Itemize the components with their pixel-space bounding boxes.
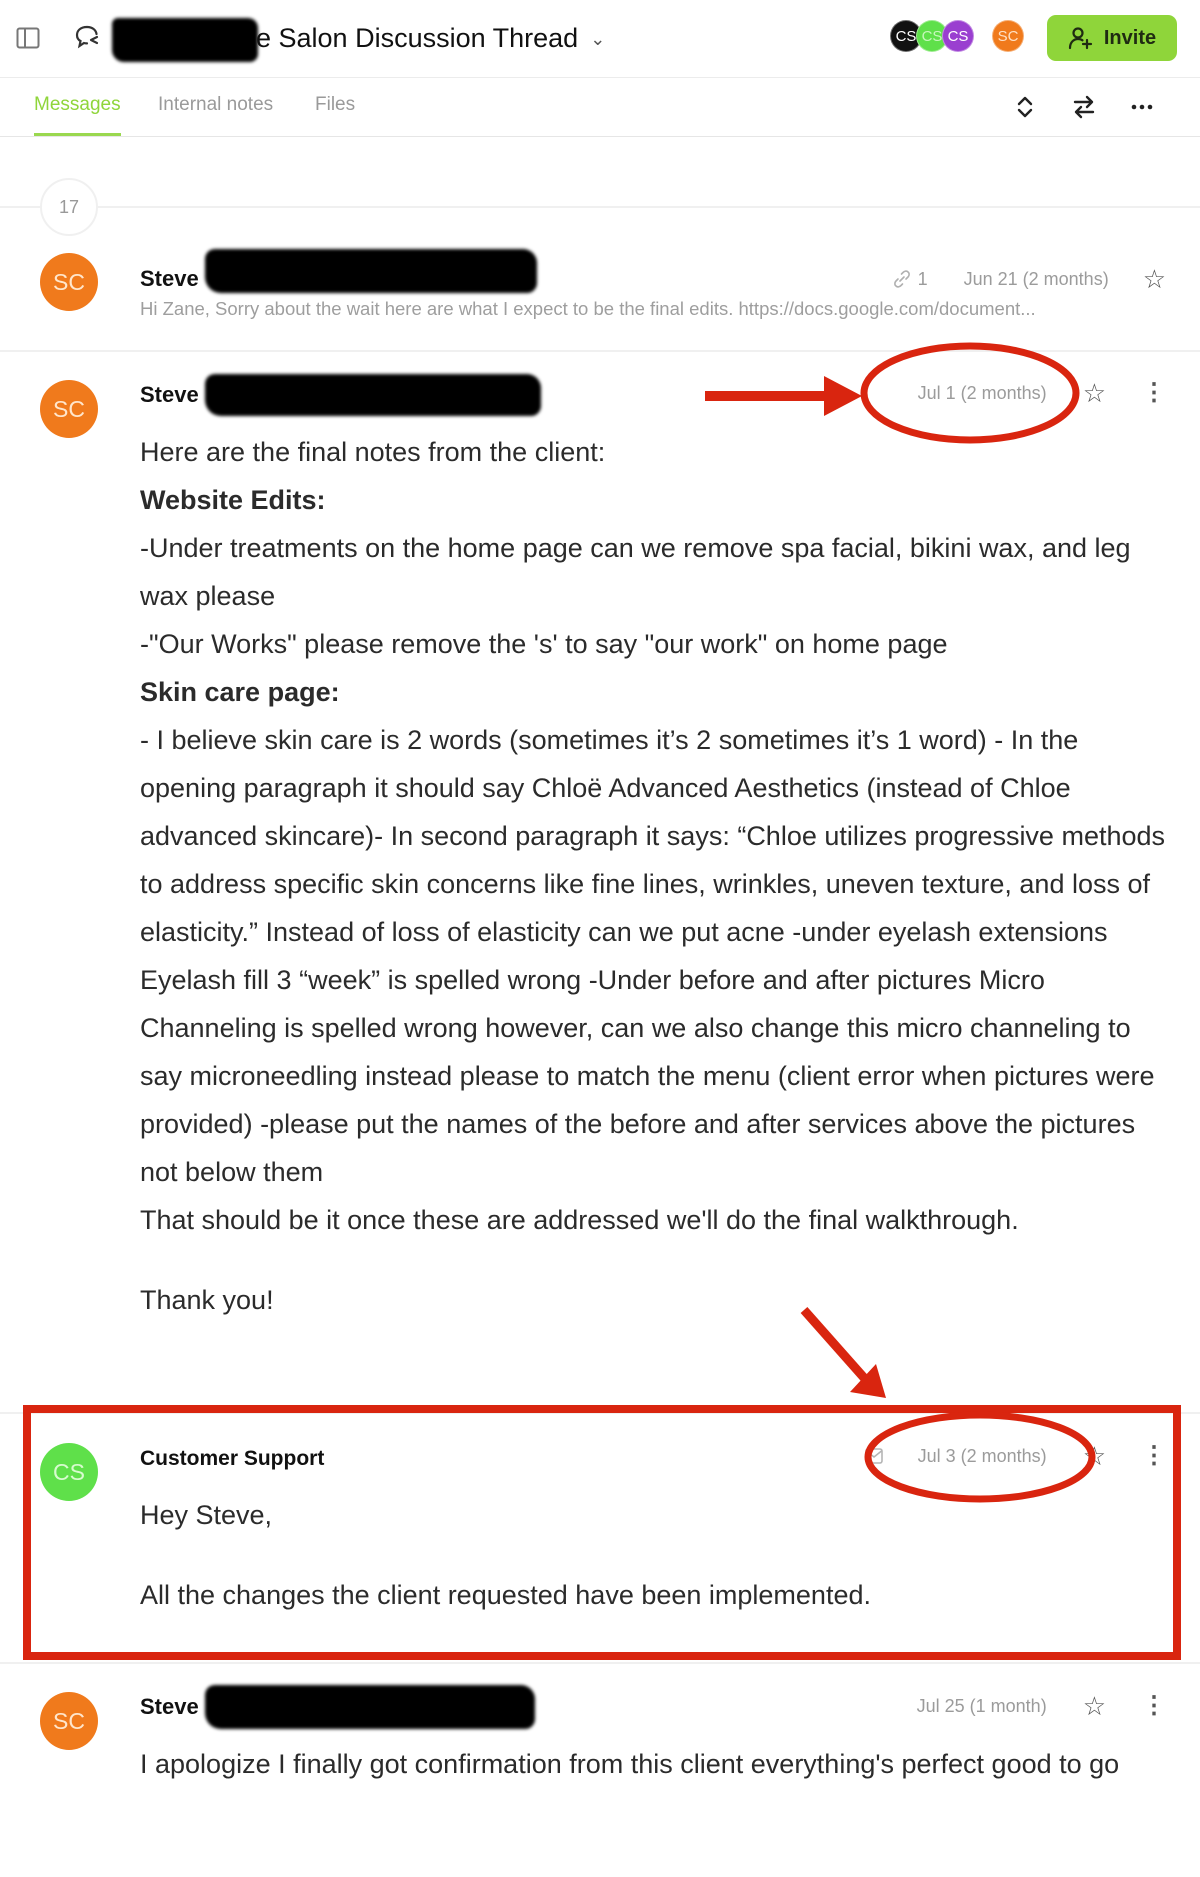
swap-arrows-icon bbox=[1073, 95, 1095, 119]
tab-messages[interactable]: Messages bbox=[34, 94, 121, 136]
message-date: Jul 3 (2 months) bbox=[917, 1445, 1047, 1466]
body-spacer bbox=[140, 1539, 1170, 1571]
attachment-count: 1 bbox=[917, 268, 928, 289]
more-vertical-icon[interactable]: ⋮ bbox=[1142, 1444, 1166, 1468]
message-meta: Jul 1 (2 months) ☆ ⋮ bbox=[918, 380, 1166, 406]
participant-avatar[interactable]: CS bbox=[942, 20, 974, 52]
thread-header: e Salon Discussion Thread ⌄ CS CS CS SC … bbox=[0, 0, 1200, 78]
chevron-down-icon: ⌄ bbox=[590, 28, 606, 49]
thread-title: e Salon Discussion Thread bbox=[256, 22, 579, 53]
sender-avatar: SC bbox=[40, 253, 98, 311]
sender-avatar: SC bbox=[40, 380, 98, 438]
message-date: Jun 21 (2 months) bbox=[963, 268, 1109, 289]
conversation-icon bbox=[72, 22, 102, 52]
message-body: Here are the final notes from the client… bbox=[140, 428, 1170, 1324]
sender-name: Steve bbox=[140, 1694, 199, 1719]
more-vertical-icon[interactable]: ⋮ bbox=[1142, 1694, 1166, 1718]
sender-name: Steve bbox=[140, 382, 199, 407]
message-divider bbox=[0, 1412, 1200, 1414]
message-meta: Jul 25 (1 month) ☆ ⋮ bbox=[917, 1693, 1166, 1719]
message-body: I apologize I finally got confirmation f… bbox=[140, 1740, 1170, 1788]
expand-collapse-icon bbox=[1017, 96, 1033, 118]
expand-collapse-button[interactable] bbox=[1010, 92, 1040, 122]
redacted-sender-detail bbox=[204, 249, 537, 293]
message-meta: 1 Jun 21 (2 months) ☆ bbox=[892, 266, 1166, 292]
message-date: Jul 25 (1 month) bbox=[916, 1695, 1047, 1716]
redacted-sender-detail bbox=[204, 374, 541, 416]
body-spacer bbox=[140, 1244, 1170, 1276]
body-line: Hey Steve, bbox=[140, 1500, 273, 1530]
star-icon[interactable]: ☆ bbox=[1083, 380, 1106, 406]
annotation-arrow-1 bbox=[705, 376, 862, 416]
invite-label: Invite bbox=[1103, 26, 1157, 49]
invite-button[interactable]: Invite bbox=[1047, 15, 1177, 61]
redacted-title-prefix bbox=[112, 18, 258, 62]
collapsed-messages-count[interactable]: 17 bbox=[40, 178, 98, 236]
participants: CS CS CS SC bbox=[890, 20, 1024, 56]
tab-internal-notes[interactable]: Internal notes bbox=[158, 94, 273, 136]
message-date: Jul 1 (2 months) bbox=[917, 382, 1047, 403]
add-user-icon bbox=[1068, 27, 1092, 50]
message-divider bbox=[0, 1662, 1200, 1664]
body-line: Here are the final notes from the client… bbox=[140, 437, 606, 467]
owner-avatar[interactable]: SC bbox=[992, 20, 1024, 52]
body-line: All the changes the client requested hav… bbox=[140, 1580, 871, 1610]
body-line: -Under treatments on the home page can w… bbox=[140, 533, 1131, 611]
body-line: -"Our Works" please remove the 's' to sa… bbox=[140, 629, 948, 659]
tab-files[interactable]: Files bbox=[315, 94, 355, 136]
swap-button[interactable] bbox=[1069, 92, 1099, 122]
more-vertical-icon[interactable]: ⋮ bbox=[1142, 381, 1166, 405]
sidebar-panel-icon bbox=[16, 27, 40, 49]
link-icon bbox=[893, 270, 910, 288]
email-icon bbox=[864, 1448, 883, 1464]
sender-name: Steve bbox=[140, 266, 199, 291]
message-preview: Hi Zane, Sorry about the wait here are w… bbox=[140, 298, 1036, 319]
body-line: Thank you! bbox=[140, 1285, 274, 1315]
message-divider bbox=[0, 350, 1200, 352]
body-heading: Skin care page: bbox=[140, 677, 340, 707]
sender-name-row: Steve bbox=[140, 249, 537, 300]
body-line: I apologize I finally got confirmation f… bbox=[140, 1749, 1120, 1779]
more-options-button[interactable] bbox=[1127, 92, 1157, 122]
sender-name-row: Steve bbox=[140, 1685, 535, 1729]
star-icon[interactable]: ☆ bbox=[1143, 266, 1166, 292]
sender-name: Customer Support bbox=[140, 1447, 325, 1470]
sidebar-toggle-button[interactable] bbox=[14, 24, 42, 52]
redacted-sender-detail bbox=[204, 1685, 535, 1729]
more-horizontal-icon bbox=[1131, 104, 1153, 110]
sender-name-row: Steve bbox=[140, 374, 541, 416]
sender-avatar: SC bbox=[40, 1692, 98, 1750]
star-icon[interactable]: ☆ bbox=[1083, 1693, 1106, 1719]
body-line: That should be it once these are address… bbox=[140, 1205, 1019, 1235]
star-icon[interactable]: ☆ bbox=[1083, 1443, 1106, 1469]
collapsed-divider bbox=[0, 206, 1200, 208]
sender-avatar: CS bbox=[40, 1443, 98, 1501]
body-heading: Website Edits: bbox=[140, 485, 326, 515]
body-line: - I believe skin care is 2 words (someti… bbox=[140, 725, 1166, 1187]
sender-name-row: Customer Support bbox=[140, 1444, 324, 1474]
message-body: Hey Steve, All the changes the client re… bbox=[140, 1491, 1170, 1619]
thread-title-dropdown[interactable]: e Salon Discussion Thread ⌄ bbox=[256, 20, 605, 56]
message-meta: Jul 3 (2 months) ☆ ⋮ bbox=[864, 1443, 1166, 1469]
